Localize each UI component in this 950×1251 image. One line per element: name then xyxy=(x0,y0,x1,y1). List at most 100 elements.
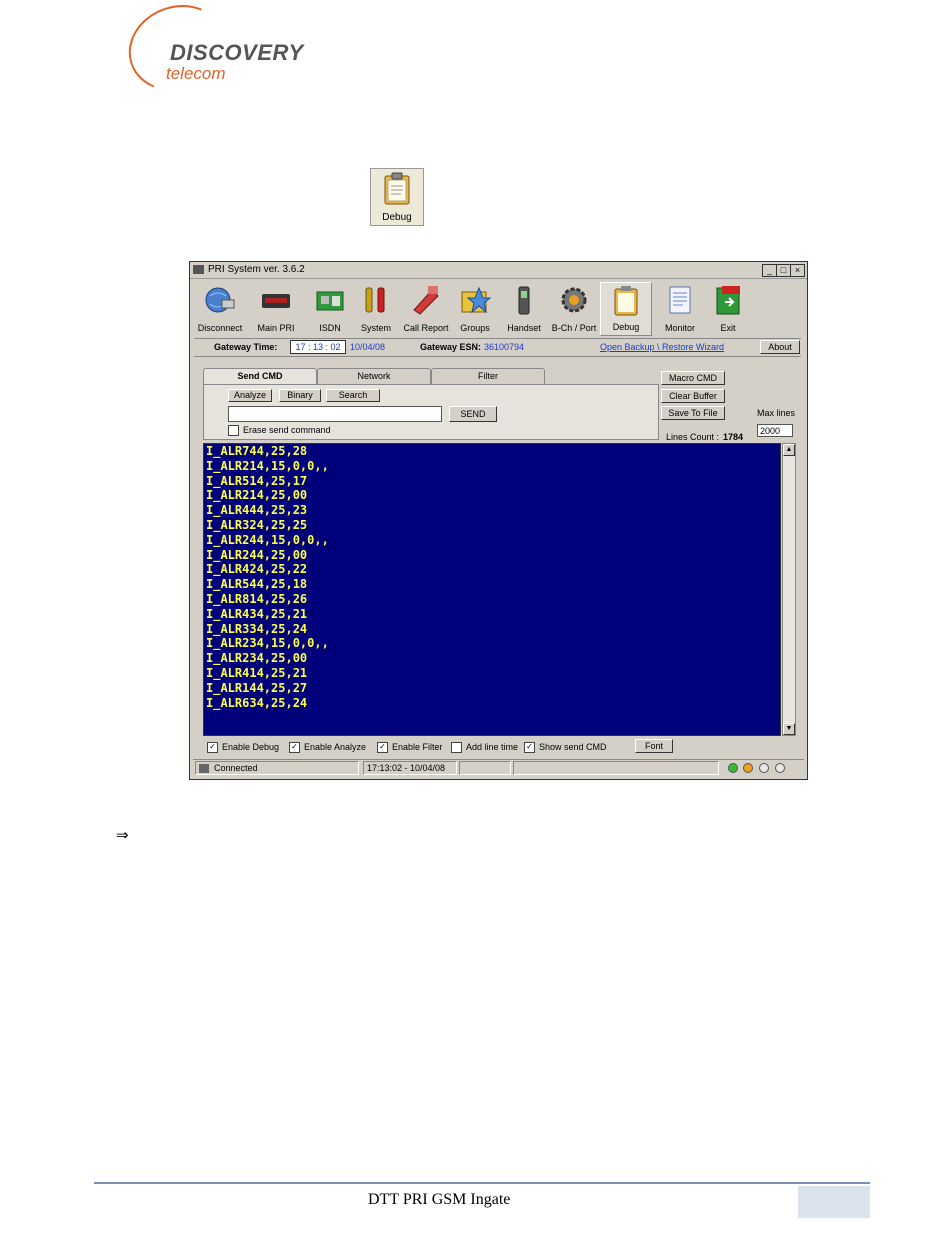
stop-icon[interactable] xyxy=(759,763,769,773)
toolbar-label: System xyxy=(360,323,391,333)
gateway-time-label: Gateway Time: xyxy=(214,342,278,352)
toolbar-isdn[interactable]: ISDN xyxy=(304,282,356,336)
clipboard-icon xyxy=(614,286,638,316)
erase-send-command-checkbox[interactable]: Erase send command xyxy=(228,425,331,437)
pause-icon[interactable] xyxy=(775,763,785,773)
about-button[interactable]: About xyxy=(760,340,800,354)
send-cmd-panel: Analyze Binary Search SEND Erase send co… xyxy=(203,384,659,440)
tab-network[interactable]: Network xyxy=(317,368,431,384)
console-line: I_ALR234,25,00 xyxy=(206,651,308,666)
tab-send-cmd[interactable]: Send CMD xyxy=(203,368,317,385)
backup-restore-wizard-link[interactable]: Open Backup \ Restore Wizard xyxy=(600,342,724,352)
system-tools-icon xyxy=(365,287,385,313)
toolbar-label: Main PRI xyxy=(257,323,295,333)
toolbar-groups[interactable]: Groups xyxy=(449,282,501,336)
logo-sub-text: telecom xyxy=(166,64,226,83)
toolbar-label: ISDN xyxy=(319,323,341,333)
search-button[interactable]: Search xyxy=(326,389,380,402)
status-cell-empty-1 xyxy=(459,761,511,775)
toolbar-monitor[interactable]: Monitor xyxy=(654,282,706,336)
font-button[interactable]: Font xyxy=(635,739,673,753)
toolbar-exit[interactable]: Exit xyxy=(702,282,754,336)
option-label: Enable Analyze xyxy=(304,742,367,752)
check-icon: ✓ xyxy=(524,742,535,754)
logo-main-text: DISCOVERY xyxy=(170,40,304,65)
console-scrollbar[interactable]: ▲ ▼ xyxy=(782,443,796,736)
close-button[interactable]: × xyxy=(790,264,805,277)
send-button[interactable]: SEND xyxy=(449,406,497,422)
console-line: I_ALR334,25,24 xyxy=(206,621,308,636)
disconnect-icon xyxy=(205,287,235,313)
footer-title: DTT PRI GSM Ingate xyxy=(368,1191,511,1208)
orange-led-icon xyxy=(743,763,753,773)
toolbar: Disconnect Main PRI ISDN System Call Rep… xyxy=(194,280,801,339)
groups-icon xyxy=(461,286,492,314)
toolbar-label: Monitor xyxy=(664,323,695,333)
console-line: I_ALR544,25,18 xyxy=(206,577,308,592)
lines-count-value: 1784 xyxy=(723,432,744,442)
toolbar-call-report[interactable]: Call Report xyxy=(400,282,452,336)
command-input[interactable] xyxy=(228,406,442,422)
gateway-info-bar: Gateway Time: 17 : 13 : 02 10/04/08 Gate… xyxy=(194,339,801,357)
app-icon xyxy=(193,265,204,274)
handset-icon xyxy=(518,286,530,315)
connection-status-text: Connected xyxy=(214,763,258,773)
clear-buffer-button[interactable]: Clear Buffer xyxy=(661,389,725,403)
console-line: I_ALR744,25,28 xyxy=(206,444,308,458)
console-line: I_ALR244,15,0,0,, xyxy=(206,532,329,547)
console-line: I_ALR214,15,0,0,, xyxy=(206,458,329,473)
console-line: I_ALR634,25,24 xyxy=(206,695,308,710)
max-lines-input[interactable]: 2000 xyxy=(757,424,793,437)
binary-button[interactable]: Binary xyxy=(279,389,321,402)
scroll-up-arrow-icon[interactable]: ▲ xyxy=(783,444,795,456)
console-line: I_ALR414,25,21 xyxy=(206,665,308,680)
gateway-date-value: 10/04/08 xyxy=(350,342,386,352)
exit-icon xyxy=(716,286,740,315)
toolbar-main-pri[interactable]: Main PRI xyxy=(250,282,302,336)
network-icon xyxy=(199,764,209,773)
erase-send-command-label: Erase send command xyxy=(243,425,331,435)
toolbar-debug[interactable]: Debug xyxy=(600,282,652,336)
toolbar-label: Handset xyxy=(507,323,541,333)
console-line: I_ALR814,25,26 xyxy=(206,591,308,606)
check-icon: ✓ xyxy=(377,742,388,754)
enable-analyze-checkbox[interactable]: ✓ Enable Analyze xyxy=(289,742,367,754)
add-line-time-checkbox[interactable]: Add line time xyxy=(451,742,519,754)
debug-button-sample[interactable]: Debug xyxy=(370,168,424,226)
toolbar-label: Debug xyxy=(612,322,640,332)
option-label: Enable Debug xyxy=(222,742,280,752)
toolbar-b-ch-port[interactable]: B-Ch / Port xyxy=(548,282,600,336)
toolbar-label: B-Ch / Port xyxy=(551,323,597,333)
show-send-cmd-checkbox[interactable]: ✓ Show send CMD xyxy=(524,742,607,754)
save-to-file-button[interactable]: Save To File xyxy=(661,406,725,420)
checkbox-box xyxy=(228,425,239,437)
console-line: I_ALR514,25,17 xyxy=(206,473,308,488)
toolbar-label: Call Report xyxy=(403,323,449,333)
enable-debug-checkbox[interactable]: ✓ Enable Debug xyxy=(207,742,280,754)
console-line: I_ALR144,25,27 xyxy=(206,680,308,695)
debug-console[interactable]: I_ALR744,25,28 I_ALR214,15,0,0,, I_ALR514,… xyxy=(203,443,781,736)
toolbar-label: Groups xyxy=(460,323,490,333)
checkbox-box xyxy=(451,742,462,754)
status-bar: Connected 17:13:02 - 10/04/08 xyxy=(193,759,804,777)
check-icon: ✓ xyxy=(289,742,300,754)
toolbar-system[interactable]: System xyxy=(350,282,402,336)
macro-cmd-button[interactable]: Macro CMD xyxy=(661,371,725,385)
maximize-button[interactable]: □ xyxy=(776,264,791,277)
enable-filter-checkbox[interactable]: ✓ Enable Filter xyxy=(377,742,443,754)
toolbar-disconnect[interactable]: Disconnect xyxy=(194,282,246,336)
gear-icon xyxy=(561,287,587,313)
tab-filter[interactable]: Filter xyxy=(431,368,545,384)
toolbar-handset[interactable]: Handset xyxy=(498,282,550,336)
analyze-button[interactable]: Analyze xyxy=(228,389,272,402)
console-line: I_ALR234,15,0,0,, xyxy=(206,636,329,651)
option-label: Show send CMD xyxy=(539,742,607,752)
call-report-icon xyxy=(413,286,439,315)
title-bar: PRI System ver. 3.6.2 _ □ × xyxy=(190,262,807,279)
isdn-card-icon xyxy=(316,291,344,311)
scroll-down-arrow-icon[interactable]: ▼ xyxy=(783,723,795,735)
connection-status: Connected xyxy=(195,761,359,775)
console-line: I_ALR324,25,25 xyxy=(206,517,308,532)
option-label: Add line time xyxy=(466,742,519,752)
minimize-button[interactable]: _ xyxy=(762,264,777,277)
